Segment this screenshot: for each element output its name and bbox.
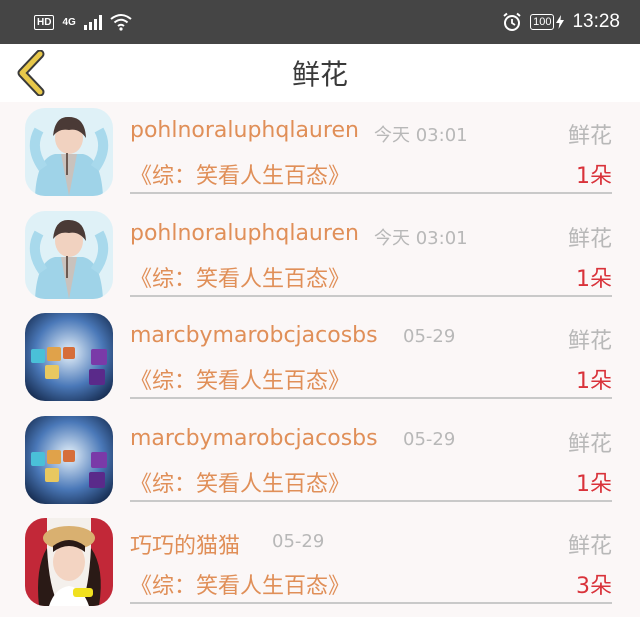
divider (130, 602, 612, 604)
book-title[interactable]: 《综：笑看人生百态》 (130, 261, 350, 293)
book-title[interactable]: 《综：笑看人生百态》 (130, 568, 350, 600)
username[interactable]: 巧巧的猫猫 (130, 528, 240, 560)
clock-time: 13:28 (572, 11, 620, 32)
divider (130, 397, 612, 399)
avatar[interactable] (25, 108, 113, 196)
charging-icon (556, 15, 565, 29)
list-item[interactable]: pohlnoraluphqlauren 今天 03:01 鲜花 《综：笑看人生百… (0, 205, 640, 308)
timestamp: 05-29 (403, 326, 456, 347)
avatar[interactable] (25, 518, 113, 606)
timestamp: 05-29 (403, 428, 456, 450)
alarm-icon (503, 12, 521, 31)
book-title[interactable]: 《综：笑看人生百态》 (130, 466, 350, 498)
username[interactable]: marcbymarobcjacosbs (130, 323, 378, 348)
network-type: 4G (62, 16, 76, 28)
avatar[interactable] (25, 210, 113, 299)
gift-count: 1朵 (576, 266, 612, 292)
avatar[interactable] (25, 313, 113, 401)
gift-type: 鲜花 (567, 124, 612, 149)
gift-type: 鲜花 (567, 534, 612, 559)
status-left: HD 4G (34, 13, 132, 31)
divider (130, 294, 612, 297)
status-bar: HD 4G 100 13:28 (0, 0, 640, 44)
gift-type: 鲜花 (567, 226, 612, 252)
list-item[interactable]: 巧巧的猫猫 05-29 鲜花 《综：笑看人生百态》 3朵 (0, 512, 640, 615)
header: 鲜花 (0, 44, 640, 102)
battery-level: 100 (530, 14, 555, 30)
wifi-icon (110, 14, 132, 31)
divider (130, 192, 612, 194)
username[interactable]: marcbymarobcjacosbs (130, 426, 378, 451)
avatar[interactable] (25, 415, 113, 504)
status-right: 100 13:28 (502, 11, 620, 33)
flower-record-list: pohlnoraluphqlauren 今天 03:01 鲜花 《综：笑看人生百… (0, 102, 640, 615)
gift-type: 鲜花 (567, 329, 612, 354)
list-item[interactable]: pohlnoraluphqlauren 今天 03:01 鲜花 《综：笑看人生百… (0, 102, 640, 205)
timestamp: 今天 03:01 (374, 227, 468, 249)
gift-count: 1朵 (576, 164, 612, 189)
list-item[interactable]: marcbymarobcjacosbs 05-29 鲜花 《综：笑看人生百态》 … (0, 410, 640, 513)
gift-count: 1朵 (576, 471, 612, 497)
book-title[interactable]: 《综：笑看人生百态》 (130, 158, 350, 190)
hd-badge: HD (34, 14, 55, 30)
timestamp: 05-29 (272, 531, 325, 552)
gift-count: 3朵 (576, 574, 612, 599)
signal-icon (83, 14, 102, 30)
gift-type: 鲜花 (567, 431, 612, 457)
username[interactable]: pohlnoraluphqlauren (130, 221, 359, 246)
book-title[interactable]: 《综：笑看人生百态》 (130, 363, 350, 395)
page-title: 鲜花 (291, 58, 348, 91)
list-item[interactable]: marcbymarobcjacosbs 05-29 鲜花 《综：笑看人生百态》 … (0, 307, 640, 410)
back-chevron-icon[interactable] (14, 50, 54, 96)
username[interactable]: pohlnoraluphqlauren (130, 118, 359, 143)
divider (130, 499, 612, 502)
timestamp: 今天 03:01 (374, 125, 468, 146)
gift-count: 1朵 (576, 369, 612, 394)
battery-indicator: 100 (530, 14, 565, 30)
